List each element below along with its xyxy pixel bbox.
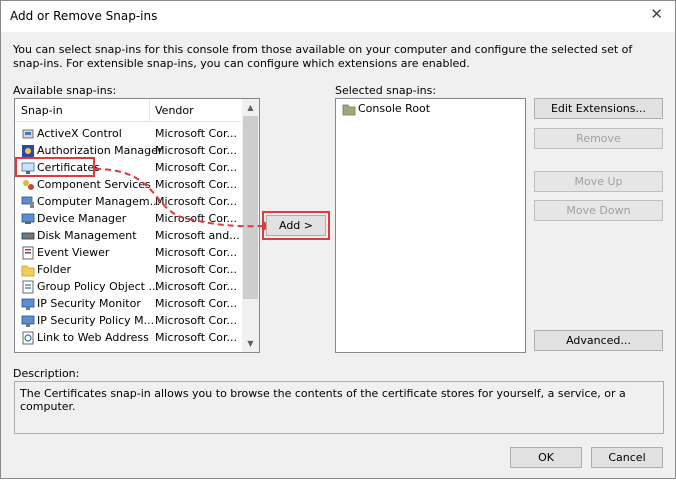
description-text: The Certificates snap-in allows you to b… (20, 387, 626, 413)
description-box: The Certificates snap-in allows you to b… (14, 381, 664, 434)
arrow-path (94, 168, 264, 228)
selected-snapins-label: Selected snap-ins: (335, 84, 437, 97)
add-button-highlight (262, 211, 330, 240)
move-up-label: Move Up (574, 175, 623, 188)
cancel-label: Cancel (608, 451, 646, 464)
ok-button[interactable]: OK (510, 447, 582, 468)
remove-button[interactable]: Remove (534, 128, 663, 149)
console-root-label: Console Root (358, 102, 431, 115)
edit-extensions-button[interactable]: Edit Extensions... (534, 98, 663, 119)
advanced-button[interactable]: Advanced... (534, 330, 663, 351)
folder-icon (342, 102, 356, 116)
move-down-label: Move Down (566, 204, 631, 217)
cancel-button[interactable]: Cancel (591, 447, 663, 468)
ok-label: OK (538, 451, 554, 464)
list-item[interactable]: Console Root (336, 101, 525, 118)
add-remove-snapins-dialog: Add or Remove Snap-ins ✕ You can select … (0, 0, 676, 479)
move-up-button[interactable]: Move Up (534, 171, 663, 192)
remove-label: Remove (576, 132, 621, 145)
edit-extensions-label: Edit Extensions... (550, 102, 647, 115)
move-down-button[interactable]: Move Down (534, 200, 663, 221)
selected-snapins-list[interactable]: Console Root (335, 98, 526, 353)
advanced-label: Advanced... (566, 334, 631, 347)
description-label: Description: (13, 367, 80, 380)
